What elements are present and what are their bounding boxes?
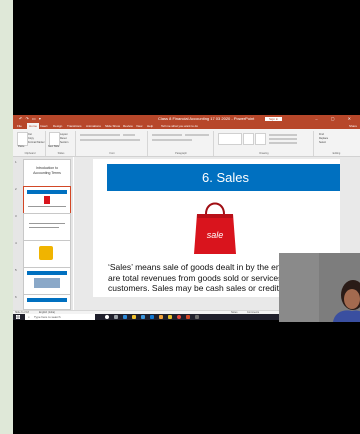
quick-access-toolbar[interactable]: ↶ ↷ ▭ ▾ xyxy=(19,115,42,123)
section-button[interactable]: Section xyxy=(60,141,68,144)
reset-button[interactable]: Reset xyxy=(60,137,67,140)
slide-thumbnail-8[interactable] xyxy=(23,240,71,268)
slide-thumbnail-pane: 1 Introduction to Accounting Terms 2 3 4… xyxy=(13,157,73,310)
app-icon[interactable] xyxy=(159,315,163,319)
left-margin-strip xyxy=(0,0,13,434)
font-group: Font xyxy=(77,131,148,156)
alignment-buttons[interactable] xyxy=(152,139,192,141)
slides-group: New Slide Layout Reset Section Slides xyxy=(47,131,76,156)
new-slide-label: New Slide xyxy=(48,145,60,148)
shape-effects-button[interactable] xyxy=(269,142,297,144)
copy-button[interactable]: Copy xyxy=(28,137,34,140)
select-button[interactable]: Select xyxy=(319,141,326,144)
editing-group: Find Replace Select Editing xyxy=(315,131,358,156)
font-family-dropdown[interactable] xyxy=(80,134,120,136)
paste-button[interactable] xyxy=(17,132,28,146)
thumb-title: Introduction to Accounting Terms xyxy=(33,166,61,175)
new-slide-button[interactable] xyxy=(49,132,60,146)
format-painter-button[interactable]: Format Painter xyxy=(28,141,45,144)
paste-label: Paste xyxy=(18,145,25,148)
slide-thumbnail-1[interactable]: Introduction to Accounting Terms xyxy=(23,159,71,187)
slide-thumbnail-10[interactable] xyxy=(23,294,71,310)
ribbon: Paste Cut Copy Format Painter Clipboard … xyxy=(13,129,360,157)
thumb-number: 5 xyxy=(15,268,17,272)
slide-thumbnail-9[interactable] xyxy=(23,267,71,295)
layout-button[interactable]: Layout xyxy=(60,133,68,136)
shape-fill-button[interactable] xyxy=(269,134,297,136)
search-placeholder: Type here to search xyxy=(34,315,61,319)
drawing-group-label: Drawing xyxy=(259,152,269,155)
bag-label: sale xyxy=(207,230,224,240)
thumb-title-bar xyxy=(27,298,67,302)
chrome-icon[interactable] xyxy=(177,315,181,319)
search-icon: ⌕ xyxy=(28,315,30,319)
quick-styles-button[interactable] xyxy=(255,133,266,145)
taskbar-search-input[interactable]: ⌕ Type here to search xyxy=(25,314,95,320)
paragraph-group: Paragraph xyxy=(149,131,214,156)
text-direction-buttons[interactable] xyxy=(185,134,209,136)
thumb-text xyxy=(28,206,66,207)
clipboard-group: Paste Cut Copy Format Painter Clipboard xyxy=(15,131,46,156)
list-buttons[interactable] xyxy=(152,134,182,136)
find-button[interactable]: Find xyxy=(319,133,324,136)
document-title: Class 8 Financial Accounting 17 03 2020 … xyxy=(158,116,255,121)
clipboard-group-label: Clipboard xyxy=(24,152,36,155)
thumb-number: 1 xyxy=(15,160,17,164)
slide-thumbnail-7[interactable] xyxy=(23,213,71,241)
shape-outline-button[interactable] xyxy=(269,138,297,140)
font-group-label: Font xyxy=(109,152,115,155)
editing-group-label: Editing xyxy=(332,152,341,155)
store-icon[interactable] xyxy=(141,315,145,319)
drawing-group: Drawing xyxy=(215,131,314,156)
thumb-text xyxy=(29,223,65,224)
presenter-video xyxy=(279,253,360,322)
shopping-bag-icon: sale xyxy=(194,202,236,254)
app-icon[interactable] xyxy=(195,315,199,319)
windows-start-icon[interactable] xyxy=(16,315,20,319)
cortana-icon[interactable] xyxy=(105,315,109,319)
mail-icon[interactable] xyxy=(150,315,154,319)
thumb-image xyxy=(34,278,60,288)
window-controls[interactable]: – ▢ ✕ xyxy=(315,115,357,123)
shapes-gallery[interactable] xyxy=(218,133,242,145)
powerpoint-icon[interactable] xyxy=(186,315,190,319)
font-size-dropdown[interactable] xyxy=(123,134,135,136)
webcam-overlay xyxy=(279,253,360,322)
font-format-buttons[interactable] xyxy=(80,139,140,141)
thumb-number: 2 xyxy=(15,187,17,191)
replace-button[interactable]: Replace xyxy=(319,137,328,140)
thumb-image xyxy=(39,246,53,260)
slide-title: 6. Sales xyxy=(107,164,340,191)
slides-group-label: Slides xyxy=(57,152,65,155)
paragraph-group-label: Paragraph xyxy=(175,152,187,155)
thumb-number: 6 xyxy=(15,295,17,299)
arrange-button[interactable] xyxy=(243,133,254,145)
thumb-title-bar xyxy=(27,190,67,194)
folder-icon[interactable] xyxy=(168,315,172,319)
thumb-bag xyxy=(44,196,50,204)
thumb-text xyxy=(29,227,59,228)
thumb-number: 4 xyxy=(15,241,17,245)
file-explorer-icon[interactable] xyxy=(132,315,136,319)
edge-icon[interactable] xyxy=(123,315,127,319)
title-bar: ↶ ↷ ▭ ▾ Class 8 Financial Accounting 17 … xyxy=(13,115,360,123)
thumb-title-bar xyxy=(27,271,67,275)
task-view-icon[interactable] xyxy=(114,315,118,319)
slide-thumbnail-6-selected[interactable] xyxy=(23,186,71,214)
sign-in-button[interactable]: Sign in xyxy=(265,117,283,121)
thumb-number: 3 xyxy=(15,214,17,218)
cut-button[interactable]: Cut xyxy=(28,133,32,136)
